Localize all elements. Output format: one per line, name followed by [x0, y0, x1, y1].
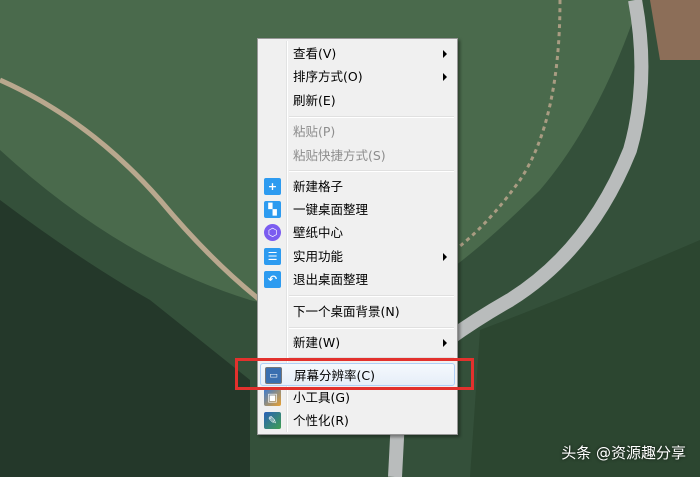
menu-item-label: 下一个桌面背景(N) [293, 304, 400, 319]
menu-item-label: 壁纸中心 [293, 225, 344, 240]
menu-item-label: 小工具(G) [293, 390, 350, 405]
submenu-arrow-icon [443, 73, 447, 81]
menu-item-label: 排序方式(O) [293, 69, 363, 84]
menu-item-new-fence[interactable]: + 新建格子 [260, 175, 455, 198]
menu-item-refresh[interactable]: 刷新(E) [260, 89, 455, 112]
cube-icon: ⬡ [264, 224, 281, 241]
menu-item-sort-by[interactable]: 排序方式(O) [260, 65, 455, 88]
gadgets-icon: ▣ [264, 389, 281, 406]
highlight-annotation-box [235, 358, 474, 390]
submenu-arrow-icon [443, 253, 447, 261]
undo-icon: ↶ [264, 271, 281, 288]
menu-item-label: 新建格子 [293, 179, 344, 194]
menu-item-label: 退出桌面整理 [293, 272, 369, 287]
menu-item-label: 粘贴快捷方式(S) [293, 148, 386, 163]
plus-icon: + [264, 178, 281, 195]
menu-item-personalize[interactable]: ✎ 个性化(R) [260, 409, 455, 432]
menu-item-paste[interactable]: 粘贴(P) [260, 120, 455, 143]
list-icon: ☰ [264, 248, 281, 265]
watermark: 头条 @资源趣分享 [561, 444, 686, 462]
menu-item-label: 查看(V) [293, 46, 337, 61]
submenu-arrow-icon [443, 50, 447, 58]
menu-item-label: 新建(W) [293, 335, 341, 350]
menu-item-wallpaper-center[interactable]: ⬡ 壁纸中心 [260, 221, 455, 244]
submenu-arrow-icon [443, 339, 447, 347]
menu-item-label: 实用功能 [293, 249, 344, 264]
menu-item-auto-arrange-desktop[interactable]: ▚ 一键桌面整理 [260, 198, 455, 221]
menu-separator [289, 327, 454, 329]
menu-item-exit-desktop-organizer[interactable]: ↶ 退出桌面整理 [260, 268, 455, 291]
menu-separator [289, 170, 454, 172]
menu-item-label: 刷新(E) [293, 93, 336, 108]
menu-item-utilities[interactable]: ☰ 实用功能 [260, 245, 455, 268]
menu-item-label: 粘贴(P) [293, 124, 336, 139]
menu-item-paste-shortcut[interactable]: 粘贴快捷方式(S) [260, 144, 455, 167]
layout-icon: ▚ [264, 201, 281, 218]
menu-item-label: 个性化(R) [293, 413, 349, 428]
personalize-icon: ✎ [264, 412, 281, 429]
menu-item-new[interactable]: 新建(W) [260, 331, 455, 354]
menu-separator [289, 116, 454, 118]
menu-item-view[interactable]: 查看(V) [260, 42, 455, 65]
menu-separator [289, 295, 454, 297]
menu-item-next-background[interactable]: 下一个桌面背景(N) [260, 300, 455, 323]
menu-item-label: 一键桌面整理 [293, 202, 369, 217]
